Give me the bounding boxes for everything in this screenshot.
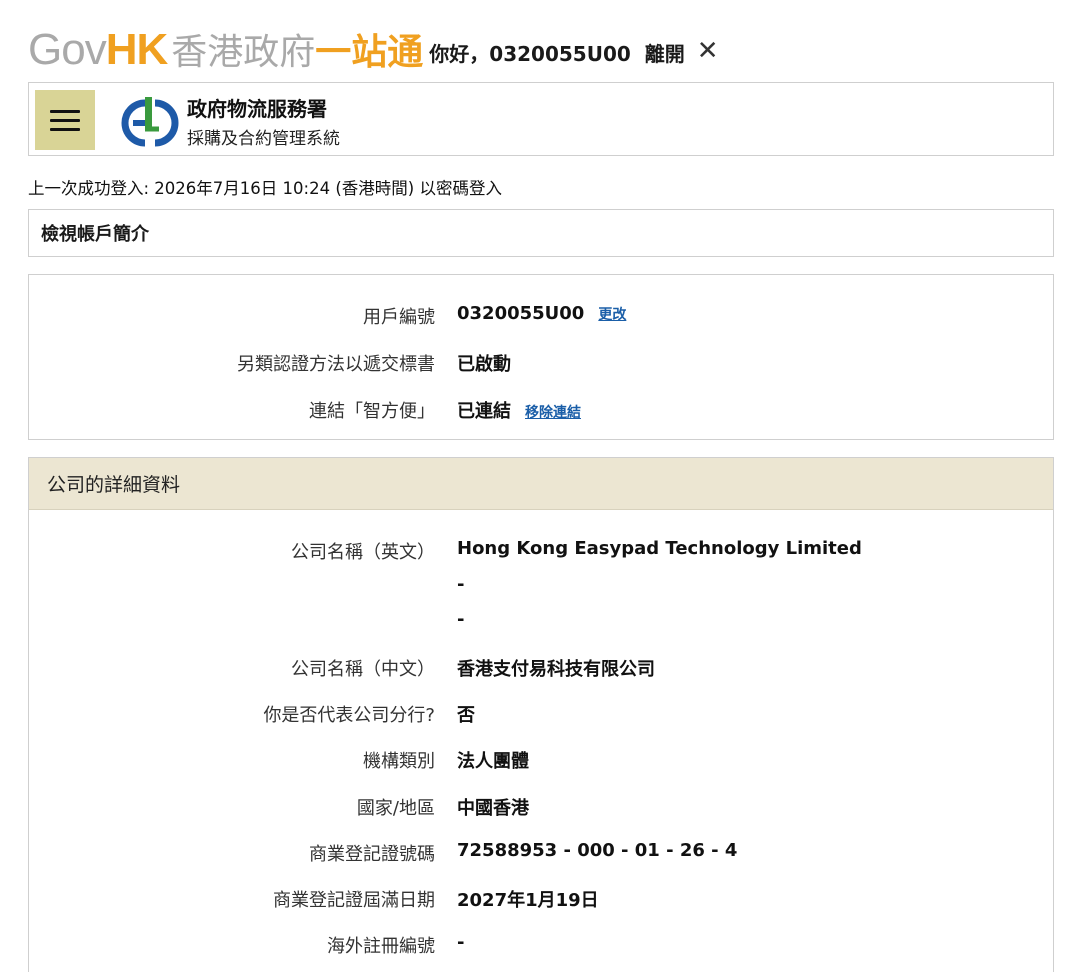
branch-label: 你是否代表公司分行? <box>263 705 435 726</box>
page-title-box: 檢視帳戶簡介 <box>28 209 1054 257</box>
br-expiry-row: 商業登記證屆滿日期 2027年1月19日 <box>29 886 1053 916</box>
iam-smart-value: 已連結 移除連結 <box>457 397 581 423</box>
last-login-info: 上一次成功登入: 2026年7月16日 10:24 (香港時間) 以密碼登入 <box>28 179 502 198</box>
page-title: 檢視帳戶簡介 <box>41 224 149 245</box>
org-type-label: 機構類別 <box>363 751 435 772</box>
company-name-en-value: Hong Kong Easypad Technology Limited <box>457 538 862 559</box>
user-id-row: 用戶編號 0320055U00 更改 <box>29 303 1053 333</box>
country-value: 中國香港 <box>457 798 529 819</box>
gld-title: 政府物流服務署 <box>187 97 327 121</box>
org-type-value: 法人團體 <box>457 751 529 772</box>
govhk-logo-zh-grey: 香港政府 <box>171 32 316 73</box>
user-id-label: 用戶編號 <box>363 307 435 328</box>
company-details-panel: 公司的詳細資料 公司名稱（英文） Hong Kong Easypad Techn… <box>28 457 1054 972</box>
overseas-reg-value: - <box>457 932 465 953</box>
alt-auth-label: 另類認證方法以遞交標書 <box>237 354 435 375</box>
user-id-text: 0320055U00 <box>457 303 585 324</box>
company-name-zh-label: 公司名稱（中文） <box>291 659 435 680</box>
company-name-zh-row: 公司名稱（中文） 香港支付易科技有限公司 <box>29 655 1053 685</box>
branch-value: 否 <box>457 705 475 726</box>
company-name-en-line3-row: - <box>29 609 1053 639</box>
hamburger-menu-button[interactable] <box>35 90 95 150</box>
menu-bar-icon <box>50 118 80 122</box>
govhk-topbar: Gov HK 香港政府 一站通 你好，0320055U00 離開 ✕ <box>28 24 1058 74</box>
overseas-reg-label: 海外註冊編號 <box>327 936 435 957</box>
site-header: 政府物流服務署 採購及合約管理系統 <box>28 82 1054 156</box>
country-label: 國家/地區 <box>356 798 435 819</box>
gld-branding: 政府物流服務署 採購及合約管理系統 <box>187 93 340 149</box>
iam-smart-label: 連結「智方便」 <box>309 401 435 422</box>
govhk-logo-zh-orange: 一站通 <box>315 32 424 73</box>
user-greeting: 你好，0320055U00 <box>429 41 631 66</box>
change-user-id-link[interactable]: 更改 <box>598 307 626 323</box>
company-details-header: 公司的詳細資料 <box>29 458 1053 510</box>
company-name-en-label: 公司名稱（英文） <box>291 542 435 563</box>
gld-subtitle: 採購及合約管理系統 <box>187 129 340 149</box>
menu-bar-icon <box>50 127 80 131</box>
govhk-logo-gov: Gov <box>28 25 107 74</box>
logout-link[interactable]: 離開 <box>645 38 685 67</box>
menu-bar-icon <box>50 109 80 113</box>
company-name-en-row: 公司名稱（英文） Hong Kong Easypad Technology Li… <box>29 538 1053 568</box>
remove-link-button[interactable]: 移除連結 <box>525 405 581 421</box>
br-number-row: 商業登記證號碼 72588953 - 000 - 01 - 26 - 4 <box>29 840 1053 870</box>
br-expiry-value: 2027年1月19日 <box>457 890 599 911</box>
overseas-reg-row: 海外註冊編號 - <box>29 932 1053 962</box>
org-type-row: 機構類別 法人團體 <box>29 747 1053 777</box>
user-id-value: 0320055U00 更改 <box>457 303 626 324</box>
close-icon[interactable]: ✕ <box>697 36 719 66</box>
iam-smart-status: 已連結 <box>457 401 511 422</box>
account-info-panel: 用戶編號 0320055U00 更改 另類認證方法以遞交標書 已啟動 連結「智方便… <box>28 274 1054 440</box>
company-name-en-line3: - <box>457 609 465 630</box>
alt-auth-row: 另類認證方法以遞交標書 已啟動 <box>29 350 1053 380</box>
br-number-label: 商業登記證號碼 <box>309 844 435 865</box>
gld-logo-icon[interactable] <box>115 95 181 147</box>
company-name-en-line2: - <box>457 574 465 595</box>
br-expiry-label: 商業登記證屆滿日期 <box>273 890 435 911</box>
branch-row: 你是否代表公司分行? 否 <box>29 701 1053 731</box>
br-number-value: 72588953 - 000 - 01 - 26 - 4 <box>457 840 738 861</box>
alt-auth-value: 已啟動 <box>457 354 511 375</box>
govhk-logo[interactable]: Gov HK 香港政府 一站通 <box>28 23 423 75</box>
company-name-zh-value: 香港支付易科技有限公司 <box>457 659 655 680</box>
company-name-en-line2-row: - <box>29 574 1053 604</box>
country-row: 國家/地區 中國香港 <box>29 794 1053 824</box>
govhk-logo-hk: HK <box>105 25 169 74</box>
iam-smart-row: 連結「智方便」 已連結 移除連結 <box>29 397 1053 427</box>
